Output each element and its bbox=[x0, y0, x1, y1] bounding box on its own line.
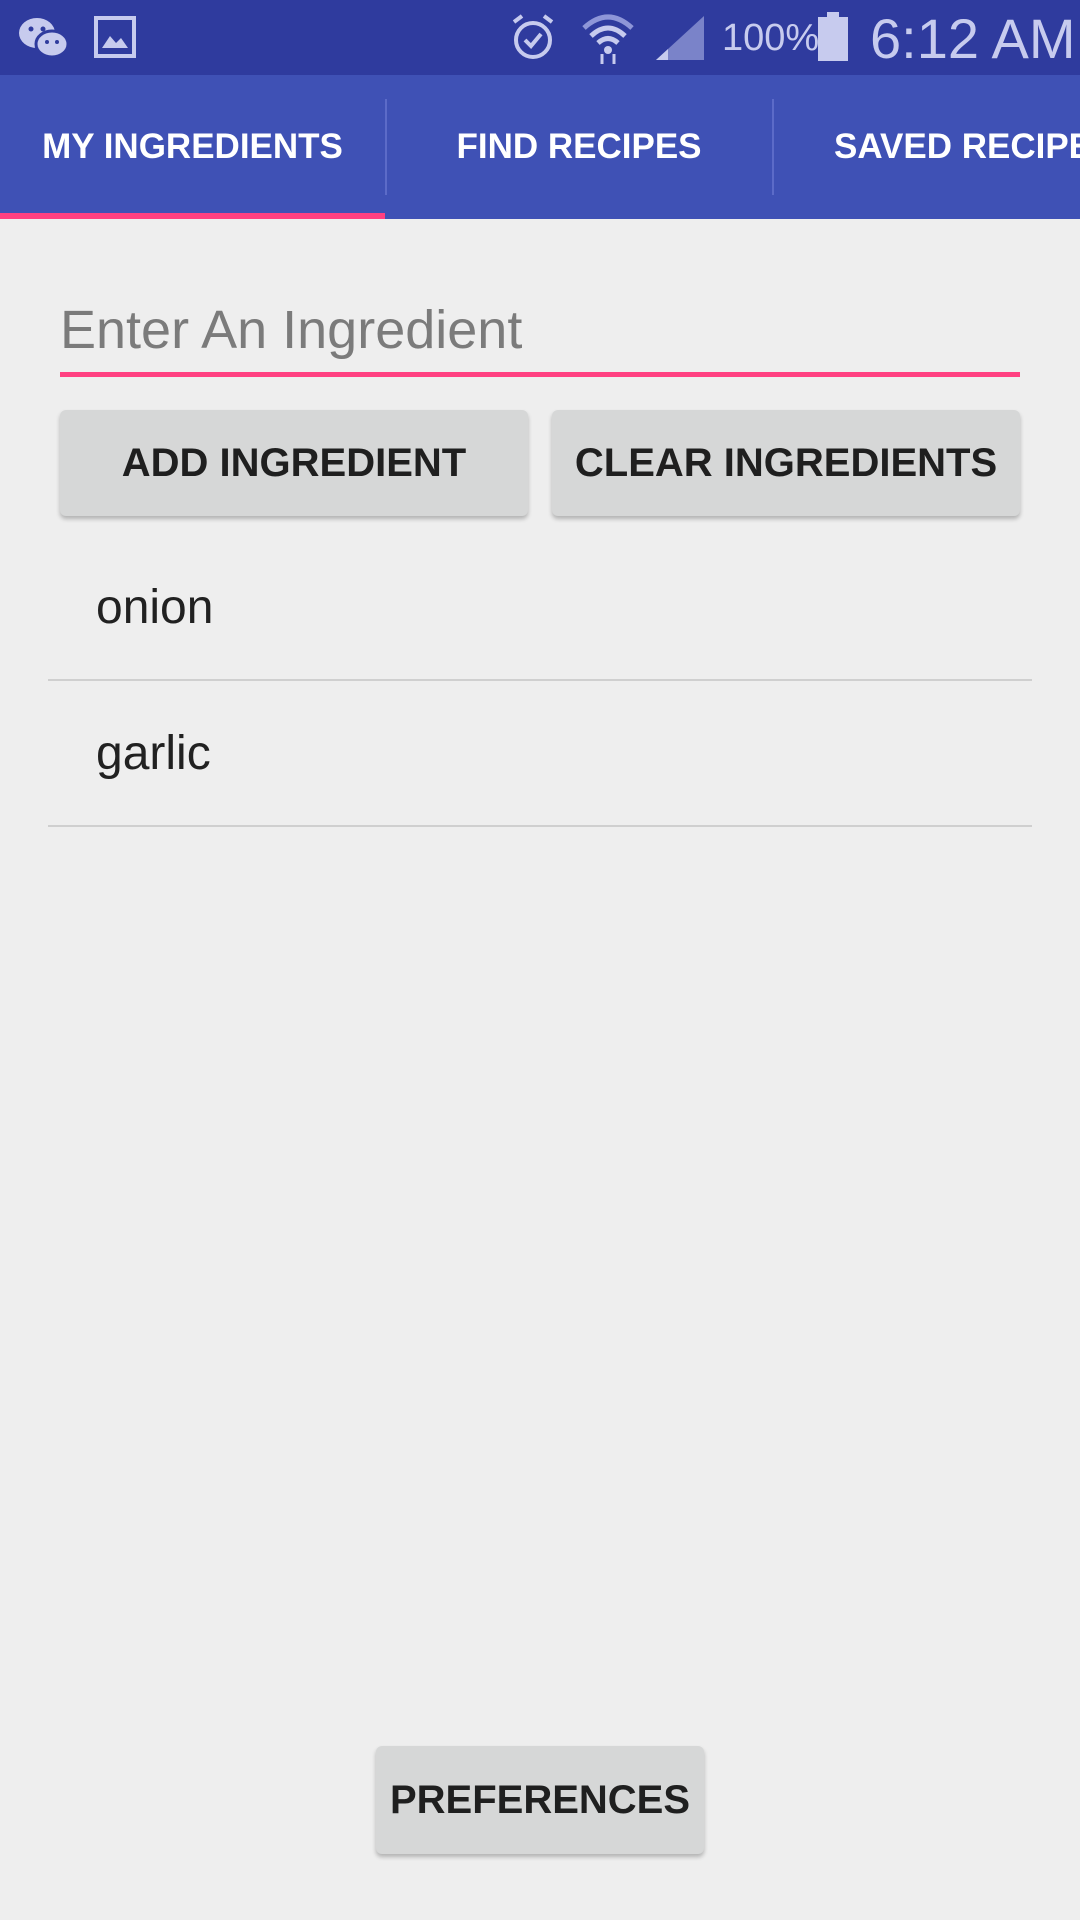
ingredient-input[interactable] bbox=[60, 280, 1020, 380]
add-ingredient-button[interactable]: ADD INGREDIENT bbox=[60, 410, 528, 516]
tab-bar: MY INGREDIENTS FIND RECIPES SAVED RECIPE… bbox=[0, 75, 1080, 219]
input-underline bbox=[60, 372, 1020, 377]
signal-icon bbox=[656, 16, 704, 60]
alarm-icon bbox=[512, 14, 554, 59]
tab-saved-recipes[interactable]: SAVED RECIPES bbox=[773, 75, 1080, 219]
battery-percent: 100% bbox=[722, 17, 820, 59]
ingredient-list: onion garlic bbox=[48, 535, 1032, 827]
gallery-icon bbox=[94, 16, 136, 58]
tab-my-ingredients[interactable]: MY INGREDIENTS bbox=[0, 75, 385, 219]
battery-icon bbox=[818, 12, 848, 61]
status-bar: 100% 6:12 AM bbox=[0, 0, 1080, 75]
tab-find-recipes[interactable]: FIND RECIPES bbox=[386, 75, 772, 219]
list-item[interactable]: garlic bbox=[48, 681, 1032, 827]
preferences-button[interactable]: PREFERENCES bbox=[376, 1746, 704, 1854]
clear-ingredients-button[interactable]: CLEAR INGREDIENTS bbox=[552, 410, 1020, 516]
list-item[interactable]: onion bbox=[48, 535, 1032, 681]
status-time: 6:12 AM bbox=[870, 7, 1076, 70]
wechat-icon bbox=[19, 18, 70, 59]
tab-indicator bbox=[0, 213, 385, 219]
wifi-icon bbox=[582, 14, 634, 64]
